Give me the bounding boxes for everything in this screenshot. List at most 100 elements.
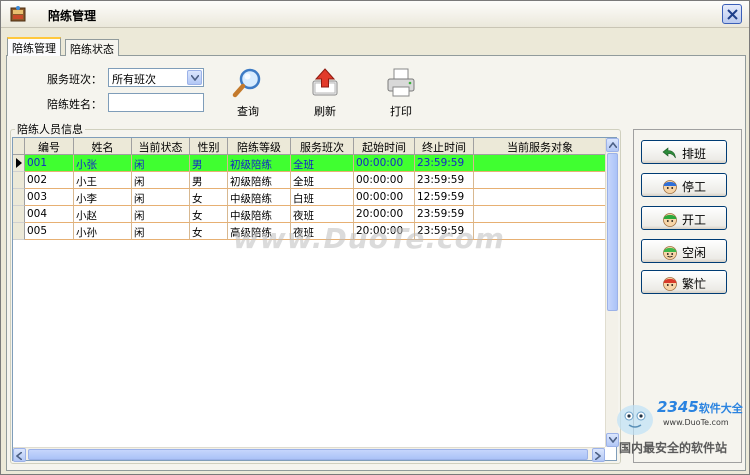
cell-gender: 女 <box>190 223 228 240</box>
cell-status: 闲 <box>132 206 190 223</box>
cell-end-time: 23:59:59 <box>415 155 474 172</box>
trainer-table[interactable]: 编号 姓名 当前状态 性别 陪练等级 服务班次 起始时间 终止时间 当前服务对象… <box>12 137 617 461</box>
cell-level: 中级陪练 <box>228 189 291 206</box>
tab-training-status[interactable]: 陪练状态 <box>65 39 119 56</box>
cell-current-client <box>474 155 606 172</box>
dropdown-button[interactable] <box>187 70 202 85</box>
row-indicator <box>13 155 25 172</box>
cell-end-time: 23:59:59 <box>415 172 474 189</box>
schedule-button[interactable]: 排班 <box>641 140 727 164</box>
table-header: 编号 姓名 当前状态 性别 陪练等级 服务班次 起始时间 终止时间 当前服务对象 <box>13 138 606 155</box>
cell-id: 004 <box>25 206 74 223</box>
table-row[interactable]: 002 小王 闲 男 初级陪练 全班 00:00:00 23:59:59 <box>13 172 606 189</box>
cell-start-time: 00:00:00 <box>354 155 415 172</box>
cell-shift: 全班 <box>291 172 354 189</box>
print-button[interactable]: 打印 <box>379 67 423 118</box>
idle-button[interactable]: 空闲 <box>641 239 727 263</box>
stop-work-button[interactable]: 停工 <box>641 173 727 197</box>
cell-status: 闲 <box>132 223 190 240</box>
stop-work-label: 停工 <box>682 180 707 194</box>
cell-name: 小张 <box>74 155 132 172</box>
table-row[interactable]: 003 小李 闲 女 中级陪练 白班 00:00:00 12:59:59 <box>13 189 606 206</box>
refresh-button[interactable]: 刷新 <box>303 67 347 118</box>
cell-shift: 夜班 <box>291 206 354 223</box>
cell-status: 闲 <box>132 155 190 172</box>
scroll-up-button[interactable] <box>606 138 619 152</box>
cell-gender: 男 <box>190 155 228 172</box>
shift-select[interactable]: 所有班次 <box>108 68 204 87</box>
cell-shift: 白班 <box>291 189 354 206</box>
column-header-end-time[interactable]: 终止时间 <box>415 138 474 155</box>
cell-level: 初级陪练 <box>228 155 291 172</box>
row-indicator <box>13 206 25 223</box>
start-work-button[interactable]: 开工 <box>641 206 727 230</box>
app-icon <box>10 6 26 22</box>
cell-gender: 男 <box>190 172 228 189</box>
column-header-level[interactable]: 陪练等级 <box>228 138 291 155</box>
close-icon <box>727 9 738 20</box>
column-header-status[interactable]: 当前状态 <box>132 138 190 155</box>
magnifier-icon <box>232 68 261 98</box>
tab-label: 陪练状态 <box>70 43 114 56</box>
cell-current-client <box>474 206 606 223</box>
group-title: 陪练人员信息 <box>15 121 85 137</box>
row-indicator <box>13 172 25 189</box>
query-button[interactable]: 查询 <box>226 67 270 118</box>
user-green-icon <box>663 213 677 227</box>
shift-select-value: 所有班次 <box>112 73 156 86</box>
cell-level: 初级陪练 <box>228 172 291 189</box>
cell-current-client <box>474 189 606 206</box>
cell-status: 闲 <box>132 189 190 206</box>
cell-name: 小孙 <box>74 223 132 240</box>
column-header-gender[interactable]: 性别 <box>190 138 228 155</box>
cell-shift: 全班 <box>291 155 354 172</box>
name-input[interactable] <box>108 93 204 112</box>
column-header-shift[interactable]: 服务班次 <box>291 138 354 155</box>
cell-start-time: 00:00:00 <box>354 189 415 206</box>
chevron-left-icon <box>16 452 22 460</box>
cell-current-client <box>474 172 606 189</box>
chevron-right-icon <box>595 452 601 460</box>
close-button[interactable] <box>722 4 742 24</box>
column-header-current-client[interactable]: 当前服务对象 <box>474 138 606 155</box>
idle-label: 空闲 <box>682 246 707 260</box>
user-red-icon <box>663 277 677 291</box>
table-row[interactable]: 004 小赵 闲 女 中级陪练 夜班 20:00:00 23:59:59 <box>13 206 606 223</box>
cell-name: 小王 <box>74 172 132 189</box>
tab-training-management[interactable]: 陪练管理 <box>7 37 61 56</box>
cell-gender: 女 <box>190 206 228 223</box>
cell-level: 中级陪练 <box>228 206 291 223</box>
busy-label: 繁忙 <box>682 277 707 291</box>
column-header-start-time[interactable]: 起始时间 <box>354 138 415 155</box>
row-pointer-icon <box>16 158 22 168</box>
logo-slogan: 国内最安全的软件站 <box>619 441 728 455</box>
busy-button[interactable]: 繁忙 <box>641 270 727 294</box>
scroll-left-button[interactable] <box>13 448 26 462</box>
column-header-id[interactable]: 编号 <box>25 138 74 155</box>
start-work-label: 开工 <box>682 213 707 227</box>
query-label: 查询 <box>237 105 259 118</box>
refresh-upload-icon <box>312 68 338 96</box>
tab-label: 陪练管理 <box>12 42 56 55</box>
horizontal-scroll-thumb[interactable] <box>28 449 588 460</box>
cell-end-time: 23:59:59 <box>415 206 474 223</box>
printer-icon <box>387 68 415 97</box>
horizontal-scrollbar[interactable] <box>13 447 605 462</box>
logo-suffix: 软件大全 <box>698 402 743 415</box>
cell-name: 小李 <box>74 189 132 206</box>
column-header-name[interactable]: 姓名 <box>74 138 132 155</box>
cell-id: 005 <box>25 223 74 240</box>
schedule-label: 排班 <box>682 147 707 161</box>
cell-id: 003 <box>25 189 74 206</box>
table-row[interactable]: 001 小张 闲 男 初级陪练 全班 00:00:00 23:59:59 <box>13 155 606 172</box>
chevron-down-icon <box>191 75 199 81</box>
title-bar[interactable]: 陪练管理 <box>1 1 749 28</box>
print-label: 打印 <box>390 105 412 118</box>
vertical-scroll-thumb[interactable] <box>607 153 618 311</box>
cell-name: 小赵 <box>74 206 132 223</box>
cell-id: 002 <box>25 172 74 189</box>
window-title: 陪练管理 <box>48 9 97 23</box>
watermark-text: www.DuoTe.com <box>233 222 505 255</box>
scroll-right-button[interactable] <box>592 448 605 462</box>
user-blue-icon <box>663 180 677 194</box>
